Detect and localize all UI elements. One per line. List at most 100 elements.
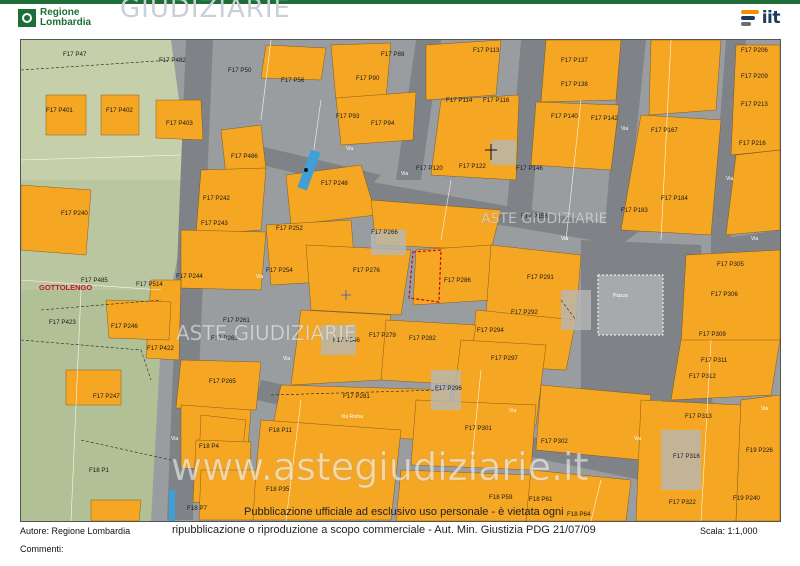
parcel-label: F17 P252 xyxy=(276,225,303,232)
parcel-label: F17 P292 xyxy=(511,309,538,316)
street-label: Via xyxy=(401,171,408,177)
parcel-label: F17 P114 xyxy=(446,97,473,104)
parcel-label: F17 P183 xyxy=(621,207,648,214)
parcel-label: F17 P423 xyxy=(49,319,76,326)
parcel-label: F17 P422 xyxy=(147,345,174,352)
parcel-label: F17 P301 xyxy=(465,425,492,432)
street-label: Via xyxy=(621,126,628,132)
author-label: Autore: Regione Lombardia xyxy=(20,526,131,536)
parcel-label: F18 P64 xyxy=(567,511,591,518)
parcel-label: F17 P243 xyxy=(201,220,228,227)
parcel-label: F17 P240 xyxy=(61,210,88,217)
parcel-label: F17 P248 xyxy=(321,180,348,187)
street-label: Via xyxy=(634,436,641,442)
parcel-label: F17 P146 xyxy=(516,165,543,172)
parcel-label: F17 P206 xyxy=(741,47,768,54)
parcel-label: F17 P309 xyxy=(699,331,726,338)
parcel-label: F17 P291 xyxy=(527,274,554,281)
parcel-label: F17 P242 xyxy=(203,195,230,202)
parcel-label: F17 P88 xyxy=(381,51,405,58)
parcel-label: F17 P279 xyxy=(369,332,396,339)
parcel-label: F17 P120 xyxy=(416,165,443,172)
iit-logo: iit xyxy=(740,8,781,28)
iit-stripes-icon xyxy=(740,10,759,26)
parcel-label: F18 P1 xyxy=(89,467,110,474)
parcel-label: F17 P167 xyxy=(651,127,678,134)
parcel-label: F18 P61 xyxy=(529,496,553,503)
parcel-label: F17 P47 xyxy=(63,51,87,58)
parcel-label: F17 P137 xyxy=(561,57,588,64)
header-bar: Regione Lombardia GIUDIZIARIE iit xyxy=(0,0,800,34)
parcel-label: F17 P485 xyxy=(81,277,108,284)
parcel-label: F17 P322 xyxy=(669,499,696,506)
parcel-label: F17 P254 xyxy=(266,267,293,274)
parcel-label: F17 P316 xyxy=(673,453,700,460)
watermark-aste-left: ASTE GIUDIZIARIE xyxy=(176,321,357,345)
street-label: Via xyxy=(726,176,733,182)
street-label: Piazza xyxy=(613,293,628,299)
street-label: Via xyxy=(256,274,263,280)
parcel-label: F17 P216 xyxy=(739,140,766,147)
parcel-label: F18 P7 xyxy=(187,505,208,512)
watermark-website: www.astegiudiziarie.it xyxy=(171,445,589,489)
parcel-label: F17 P302 xyxy=(541,438,568,445)
street-label: Via xyxy=(761,406,768,412)
parcel-label: F17 P282 xyxy=(409,335,436,342)
parcel-label: F17 P286 xyxy=(444,277,471,284)
street-label: Via Roma xyxy=(341,414,363,420)
parcel-label: F17 P305 xyxy=(717,261,744,268)
parcel-label: F17 P265 xyxy=(209,378,236,385)
parcel-label: F17 P266 xyxy=(371,229,398,236)
notice-line2: ripubblicazione o riproduzione a scopo c… xyxy=(172,524,596,536)
street-label: Via xyxy=(509,408,516,414)
parcel-label: F19 P240 xyxy=(733,495,760,502)
street-label: Via xyxy=(346,146,353,152)
parcel-label: F17 P50 xyxy=(228,67,252,74)
map-svg: Via Via Via Via Via Via Roma Piazza Via … xyxy=(21,40,780,521)
parcel-label: F17 P294 xyxy=(477,327,504,334)
parcel-label: F17 P116 xyxy=(483,97,510,104)
parcel-label: F17 P90 xyxy=(356,75,380,82)
parcel-label: F17 P140 xyxy=(551,113,578,120)
parcel-label: F17 P514 xyxy=(136,281,163,288)
iit-brand-text: iit xyxy=(761,8,781,28)
parcel-label: F17 P306 xyxy=(711,291,738,298)
parcel-label: F17 P209 xyxy=(741,73,768,80)
comments-label: Commenti: xyxy=(20,544,64,554)
top-watermark: GIUDIZIARIE xyxy=(120,0,291,24)
street-label: Via xyxy=(171,436,178,442)
parcel-label: F17 P276 xyxy=(353,267,380,274)
cadastral-map[interactable]: Via Via Via Via Via Via Roma Piazza Via … xyxy=(20,39,781,522)
regione-lombardia-emblem-icon xyxy=(18,9,36,27)
parcel-label: F17 P297 xyxy=(491,355,518,362)
parcel-label: F17 P138 xyxy=(561,81,588,88)
logo-text: Regione Lombardia xyxy=(40,8,91,28)
parcel-label: F17 P486 xyxy=(231,153,258,160)
street-label: Via xyxy=(561,236,568,242)
regione-lombardia-logo: Regione Lombardia xyxy=(18,7,91,29)
parcel-label: F19 P226 xyxy=(746,447,773,454)
parcel-label: F17 P122 xyxy=(459,163,486,170)
parcel-label: F17 P403 xyxy=(166,120,193,127)
logo-line2: Lombardia xyxy=(40,17,92,28)
town-label: GOTTOLENGO xyxy=(39,283,92,292)
street-label: Via xyxy=(283,356,290,362)
parcel-label: F17 P247 xyxy=(93,393,120,400)
parcel-label: F17 P312 xyxy=(689,373,716,380)
scale-label: Scala: 1:1,000 xyxy=(700,526,758,536)
parcel-label: F17 P113 xyxy=(473,47,500,54)
parcel-label: F17 P94 xyxy=(371,120,395,127)
parcel-label: F17 P246 xyxy=(111,323,138,330)
parcel-label: F17 P184 xyxy=(661,195,688,202)
parcel-label: F17 P281 xyxy=(343,393,370,400)
parcel-label: F17 P296 xyxy=(435,385,462,392)
parcel-label: F18 P11 xyxy=(269,427,292,434)
notice-line1: Pubblicazione ufficiale ad esclusivo uso… xyxy=(244,506,564,518)
parcel-label: F17 P213 xyxy=(741,101,768,108)
parcel-label: F17 P482 xyxy=(159,57,186,64)
street-label: Via xyxy=(751,236,758,242)
watermark-aste-right: ASTE GIUDIZIARIE xyxy=(481,211,607,227)
parcel-label: F18 P59 xyxy=(489,494,513,501)
parcel-label: F17 P142 xyxy=(591,115,618,122)
parcel-label: F17 P313 xyxy=(685,413,712,420)
